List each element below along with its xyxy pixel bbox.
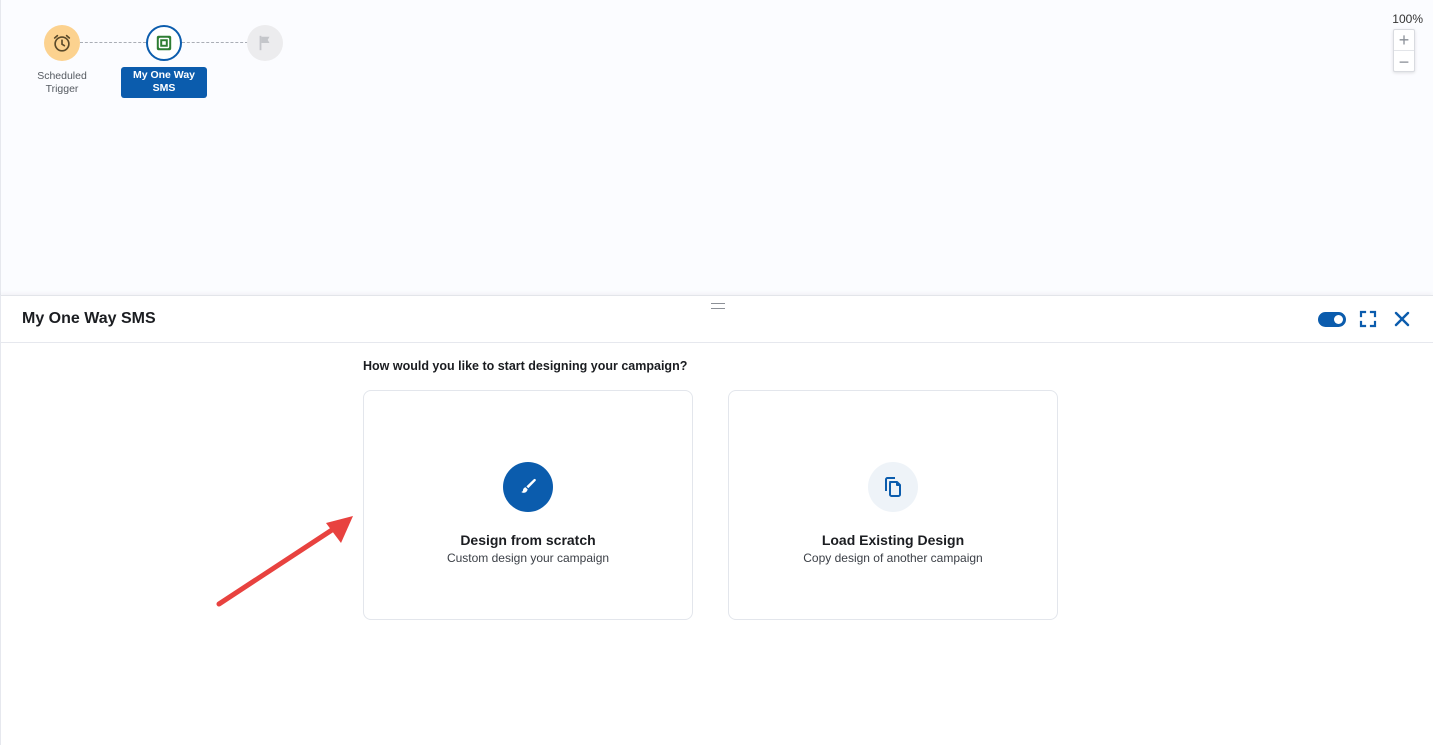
node-label-line: My One Way — [132, 69, 196, 81]
app-root: Scheduled Trigger My One Way SMS 100% + … — [0, 0, 1433, 745]
node-label-selected: My One Way SMS — [121, 67, 207, 98]
flag-icon — [247, 25, 283, 61]
panel-header: My One Way SMS — [1, 296, 1433, 343]
card-title: Load Existing Design — [821, 532, 965, 548]
scheduled-trigger-node[interactable]: Scheduled Trigger — [23, 25, 101, 96]
paintbrush-icon — [503, 462, 553, 512]
journey-canvas[interactable]: Scheduled Trigger My One Way SMS 100% + … — [0, 0, 1433, 296]
panel-title: My One Way SMS — [22, 310, 156, 327]
copy-document-icon — [868, 462, 918, 512]
node-label-line: Scheduled — [37, 70, 87, 82]
fullscreen-icon[interactable] — [1358, 309, 1378, 329]
node-config-panel: My One Way SMS How would you like to sta… — [0, 295, 1433, 745]
load-existing-design-card[interactable]: Load Existing Design Copy design of anot… — [728, 390, 1058, 620]
zoom-out-button[interactable]: − — [1394, 51, 1414, 72]
end-node[interactable] — [247, 25, 283, 61]
card-subtitle: Custom design your campaign — [446, 551, 610, 565]
node-label: Scheduled Trigger — [37, 70, 87, 96]
alarm-clock-icon — [44, 25, 80, 61]
card-subtitle: Copy design of another campaign — [803, 551, 983, 565]
node-label-line: Trigger — [45, 83, 79, 95]
card-title: Design from scratch — [460, 532, 596, 548]
close-icon[interactable] — [1392, 309, 1412, 329]
design-question: How would you like to start designing yo… — [363, 359, 688, 373]
sms-node[interactable]: My One Way SMS — [121, 25, 207, 98]
node-label-line: SMS — [152, 82, 176, 94]
zoom-in-button[interactable]: + — [1394, 30, 1414, 51]
design-from-scratch-card[interactable]: Design from scratch Custom design your c… — [363, 390, 693, 620]
panel-toggle[interactable] — [1318, 312, 1346, 327]
zoom-level: 100% — [1392, 12, 1423, 26]
sms-message-icon — [146, 25, 182, 61]
zoom-controls: + − — [1393, 29, 1415, 72]
